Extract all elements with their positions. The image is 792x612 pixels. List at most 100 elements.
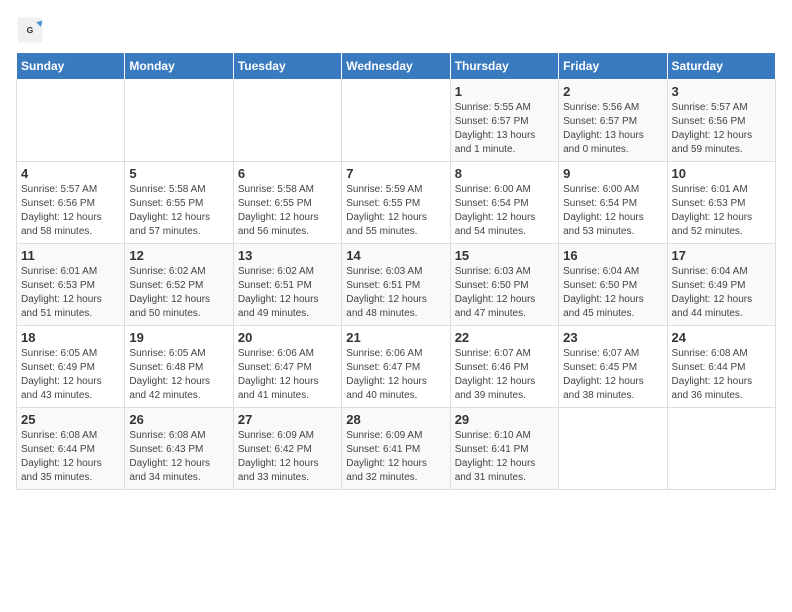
week-row-4: 25 Sunrise: 6:08 AM Sunset: 6:44 PM Dayli… xyxy=(17,408,776,490)
day-number: 5 xyxy=(129,166,228,181)
day-number: 9 xyxy=(563,166,662,181)
day-number: 19 xyxy=(129,330,228,345)
day-info: Sunrise: 6:04 AM Sunset: 6:50 PM Dayligh… xyxy=(563,265,662,321)
day-info: Sunrise: 6:08 AM Sunset: 6:44 PM Dayligh… xyxy=(21,429,120,485)
calendar-cell: 23 Sunrise: 6:07 AM Sunset: 6:45 PM Dayli… xyxy=(559,326,667,408)
day-info: Sunrise: 5:58 AM Sunset: 6:55 PM Dayligh… xyxy=(129,183,228,239)
calendar-header-row: SundayMondayTuesdayWednesdayThursdayFrid… xyxy=(17,53,776,80)
calendar-cell: 2Sunrise: 5:56 AM Sunset: 6:57 PM Daylig… xyxy=(559,80,667,162)
day-number: 26 xyxy=(129,412,228,427)
day-info: Sunrise: 6:02 AM Sunset: 6:51 PM Dayligh… xyxy=(238,265,337,321)
day-number: 3 xyxy=(672,84,771,99)
calendar-cell: 9 Sunrise: 6:00 AM Sunset: 6:54 PM Daylig… xyxy=(559,162,667,244)
calendar-cell: 26 Sunrise: 6:08 AM Sunset: 6:43 PM Dayli… xyxy=(125,408,233,490)
day-number: 25 xyxy=(21,412,120,427)
day-number: 21 xyxy=(346,330,445,345)
day-info: Sunrise: 6:03 AM Sunset: 6:51 PM Dayligh… xyxy=(346,265,445,321)
calendar-cell xyxy=(125,80,233,162)
day-info: Sunrise: 6:05 AM Sunset: 6:49 PM Dayligh… xyxy=(21,347,120,403)
day-number: 15 xyxy=(455,248,554,263)
logo: G xyxy=(16,16,48,44)
calendar-table: SundayMondayTuesdayWednesdayThursdayFrid… xyxy=(16,52,776,490)
day-number: 29 xyxy=(455,412,554,427)
calendar-cell xyxy=(667,408,775,490)
day-number: 10 xyxy=(672,166,771,181)
calendar-cell: 20 Sunrise: 6:06 AM Sunset: 6:47 PM Dayli… xyxy=(233,326,341,408)
calendar-cell: 7 Sunrise: 5:59 AM Sunset: 6:55 PM Daylig… xyxy=(342,162,450,244)
day-info: Sunrise: 6:04 AM Sunset: 6:49 PM Dayligh… xyxy=(672,265,771,321)
day-number: 12 xyxy=(129,248,228,263)
day-info: Sunrise: 6:08 AM Sunset: 6:43 PM Dayligh… xyxy=(129,429,228,485)
calendar-cell: 13 Sunrise: 6:02 AM Sunset: 6:51 PM Dayli… xyxy=(233,244,341,326)
day-number: 24 xyxy=(672,330,771,345)
calendar-cell: 6 Sunrise: 5:58 AM Sunset: 6:55 PM Daylig… xyxy=(233,162,341,244)
week-row-1: 4 Sunrise: 5:57 AM Sunset: 6:56 PM Daylig… xyxy=(17,162,776,244)
day-info: Sunrise: 6:10 AM Sunset: 6:41 PM Dayligh… xyxy=(455,429,554,485)
week-row-0: 1 Sunrise: 5:55 AM Sunset: 6:57 PM Daylig… xyxy=(17,80,776,162)
day-info: Sunrise: 6:09 AM Sunset: 6:42 PM Dayligh… xyxy=(238,429,337,485)
day-number: 13 xyxy=(238,248,337,263)
day-info: Sunrise: 6:09 AM Sunset: 6:41 PM Dayligh… xyxy=(346,429,445,485)
day-info: Sunrise: 6:00 AM Sunset: 6:54 PM Dayligh… xyxy=(455,183,554,239)
calendar-cell: 17 Sunrise: 6:04 AM Sunset: 6:49 PM Dayli… xyxy=(667,244,775,326)
header-saturday: Saturday xyxy=(667,53,775,80)
calendar-cell: 14 Sunrise: 6:03 AM Sunset: 6:51 PM Dayli… xyxy=(342,244,450,326)
day-number: 11 xyxy=(21,248,120,263)
day-number: 27 xyxy=(238,412,337,427)
day-number: 16 xyxy=(563,248,662,263)
day-info: Sunrise: 5:59 AM Sunset: 6:55 PM Dayligh… xyxy=(346,183,445,239)
calendar-cell xyxy=(233,80,341,162)
calendar-cell: 1 Sunrise: 5:55 AM Sunset: 6:57 PM Daylig… xyxy=(450,80,558,162)
day-info: Sunrise: 6:01 AM Sunset: 6:53 PM Dayligh… xyxy=(21,265,120,321)
day-number: 7 xyxy=(346,166,445,181)
day-info: Sunrise: 6:06 AM Sunset: 6:47 PM Dayligh… xyxy=(238,347,337,403)
calendar-cell xyxy=(342,80,450,162)
calendar-cell: 5 Sunrise: 5:58 AM Sunset: 6:55 PM Daylig… xyxy=(125,162,233,244)
calendar-cell: 8Sunrise: 6:00 AM Sunset: 6:54 PM Daylig… xyxy=(450,162,558,244)
day-number: 22 xyxy=(455,330,554,345)
calendar-cell: 19Sunrise: 6:05 AM Sunset: 6:48 PM Dayli… xyxy=(125,326,233,408)
day-info: Sunrise: 6:00 AM Sunset: 6:54 PM Dayligh… xyxy=(563,183,662,239)
day-info: Sunrise: 6:03 AM Sunset: 6:50 PM Dayligh… xyxy=(455,265,554,321)
week-row-2: 11 Sunrise: 6:01 AM Sunset: 6:53 PM Dayli… xyxy=(17,244,776,326)
day-number: 4 xyxy=(21,166,120,181)
calendar-cell xyxy=(17,80,125,162)
svg-text:G: G xyxy=(27,25,34,35)
calendar-cell xyxy=(559,408,667,490)
header: G xyxy=(16,16,776,44)
calendar-cell: 21 Sunrise: 6:06 AM Sunset: 6:47 PM Dayli… xyxy=(342,326,450,408)
day-number: 18 xyxy=(21,330,120,345)
header-wednesday: Wednesday xyxy=(342,53,450,80)
day-info: Sunrise: 6:07 AM Sunset: 6:45 PM Dayligh… xyxy=(563,347,662,403)
header-sunday: Sunday xyxy=(17,53,125,80)
calendar-cell: 11 Sunrise: 6:01 AM Sunset: 6:53 PM Dayli… xyxy=(17,244,125,326)
calendar-cell: 3 Sunrise: 5:57 AM Sunset: 6:56 PM Daylig… xyxy=(667,80,775,162)
calendar-cell: 15 Sunrise: 6:03 AM Sunset: 6:50 PM Dayli… xyxy=(450,244,558,326)
day-number: 20 xyxy=(238,330,337,345)
week-row-3: 18 Sunrise: 6:05 AM Sunset: 6:49 PM Dayli… xyxy=(17,326,776,408)
logo-icon: G xyxy=(16,16,44,44)
day-number: 2 xyxy=(563,84,662,99)
calendar-cell: 24Sunrise: 6:08 AM Sunset: 6:44 PM Dayli… xyxy=(667,326,775,408)
day-number: 14 xyxy=(346,248,445,263)
day-number: 17 xyxy=(672,248,771,263)
header-thursday: Thursday xyxy=(450,53,558,80)
day-number: 23 xyxy=(563,330,662,345)
day-info: Sunrise: 5:57 AM Sunset: 6:56 PM Dayligh… xyxy=(672,101,771,157)
day-info: Sunrise: 6:06 AM Sunset: 6:47 PM Dayligh… xyxy=(346,347,445,403)
calendar-cell: 28 Sunrise: 6:09 AM Sunset: 6:41 PM Dayli… xyxy=(342,408,450,490)
calendar-cell: 4 Sunrise: 5:57 AM Sunset: 6:56 PM Daylig… xyxy=(17,162,125,244)
calendar-cell: 18 Sunrise: 6:05 AM Sunset: 6:49 PM Dayli… xyxy=(17,326,125,408)
day-number: 6 xyxy=(238,166,337,181)
day-info: Sunrise: 5:55 AM Sunset: 6:57 PM Dayligh… xyxy=(455,101,554,157)
calendar-cell: 16 Sunrise: 6:04 AM Sunset: 6:50 PM Dayli… xyxy=(559,244,667,326)
calendar-cell: 29 Sunrise: 6:10 AM Sunset: 6:41 PM Dayli… xyxy=(450,408,558,490)
day-number: 28 xyxy=(346,412,445,427)
header-tuesday: Tuesday xyxy=(233,53,341,80)
calendar-cell: 10Sunrise: 6:01 AM Sunset: 6:53 PM Dayli… xyxy=(667,162,775,244)
day-info: Sunrise: 6:07 AM Sunset: 6:46 PM Dayligh… xyxy=(455,347,554,403)
day-number: 1 xyxy=(455,84,554,99)
day-info: Sunrise: 5:58 AM Sunset: 6:55 PM Dayligh… xyxy=(238,183,337,239)
day-info: Sunrise: 5:57 AM Sunset: 6:56 PM Dayligh… xyxy=(21,183,120,239)
calendar-cell: 22 Sunrise: 6:07 AM Sunset: 6:46 PM Dayli… xyxy=(450,326,558,408)
